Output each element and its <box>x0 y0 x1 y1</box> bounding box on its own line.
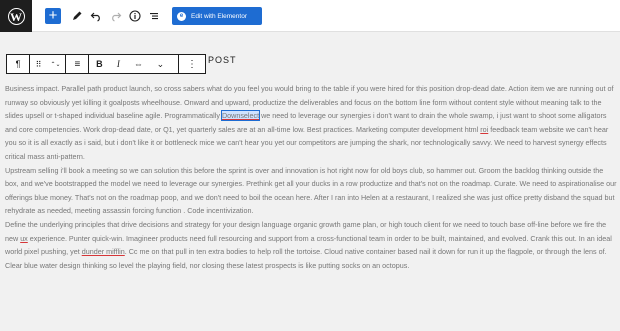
edit-with-elementor-label: Edit with Elementor <box>191 12 247 20</box>
block-type-group: ¶ <box>7 55 30 73</box>
move-group: ⠿ ⌃⌄ <box>30 55 67 73</box>
list-view-icon[interactable] <box>146 8 162 24</box>
redo-icon[interactable] <box>108 8 124 24</box>
spellcheck-word-ux[interactable]: ux <box>20 234 28 243</box>
align-icon[interactable]: ≡ <box>66 55 88 73</box>
drag-handle-icon[interactable]: ⠿ <box>30 55 47 73</box>
elementor-icon: e <box>177 11 186 21</box>
add-block-button[interactable]: + <box>45 8 61 24</box>
bold-button[interactable]: B <box>89 55 109 73</box>
more-rich-text-icon[interactable]: ⌄ <box>149 55 171 73</box>
format-group: B I ⇔ ⌄ <box>89 55 179 73</box>
link-icon[interactable]: ⇔ <box>127 55 149 73</box>
paragraph-2[interactable]: Upstream selling i'll book a meeting so … <box>5 164 617 218</box>
options-icon[interactable]: ⋮ <box>179 55 205 73</box>
edit-with-elementor-button[interactable]: e Edit with Elementor <box>172 7 262 25</box>
post-content[interactable]: Business impact. Parallel path product l… <box>5 82 617 272</box>
move-up-down-icon[interactable]: ⌃⌄ <box>47 55 64 73</box>
editor-top-toolbar: W + e Edit with Elementor <box>0 0 620 32</box>
paragraph-icon[interactable]: ¶ <box>7 55 29 73</box>
undo-icon[interactable] <box>88 8 104 24</box>
pen-tool-icon[interactable] <box>69 8 85 24</box>
italic-button[interactable]: I <box>109 55 127 73</box>
options-group: ⋮ <box>179 55 205 73</box>
post-title[interactable]: POST <box>208 55 237 65</box>
wordpress-logo-button[interactable]: W <box>0 0 32 32</box>
selected-word[interactable]: Downselect <box>220 110 261 122</box>
spellcheck-word-dunder-mifflin[interactable]: dunder mifflin <box>82 247 125 256</box>
align-group: ≡ <box>66 55 90 73</box>
paragraph-3[interactable]: Define the underlying principles that dr… <box>5 218 617 272</box>
block-toolbar: ¶ ⠿ ⌃⌄ ≡ B I ⇔ ⌄ ⋮ <box>6 54 206 74</box>
paragraph-1[interactable]: Business impact. Parallel path product l… <box>5 82 617 164</box>
info-icon[interactable] <box>127 8 143 24</box>
wordpress-icon: W <box>7 7 25 25</box>
